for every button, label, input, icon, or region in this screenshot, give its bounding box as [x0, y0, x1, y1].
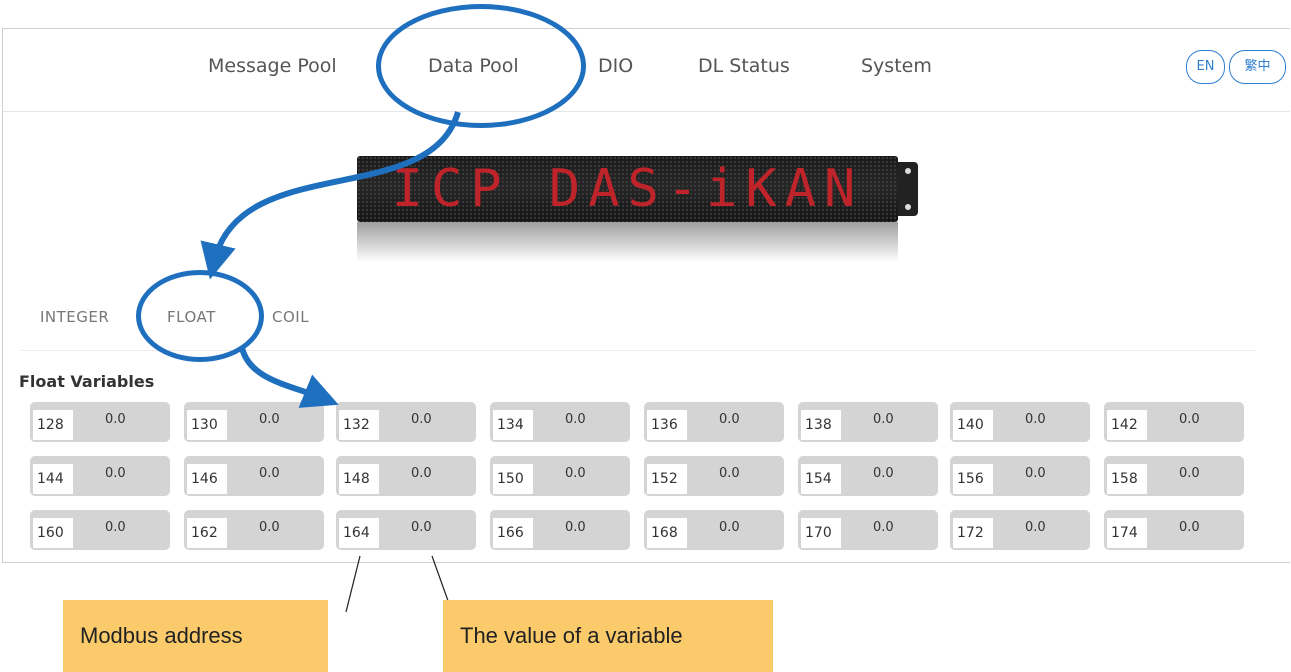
annotation-arrows	[200, 111, 461, 613]
arrow-to-float-tab	[200, 111, 461, 280]
leader-line-address	[345, 555, 361, 613]
arrow-to-variables	[239, 347, 339, 408]
callout-modbus-address: Modbus address	[63, 600, 328, 672]
callout-variable-value: The value of a variable	[443, 600, 773, 672]
